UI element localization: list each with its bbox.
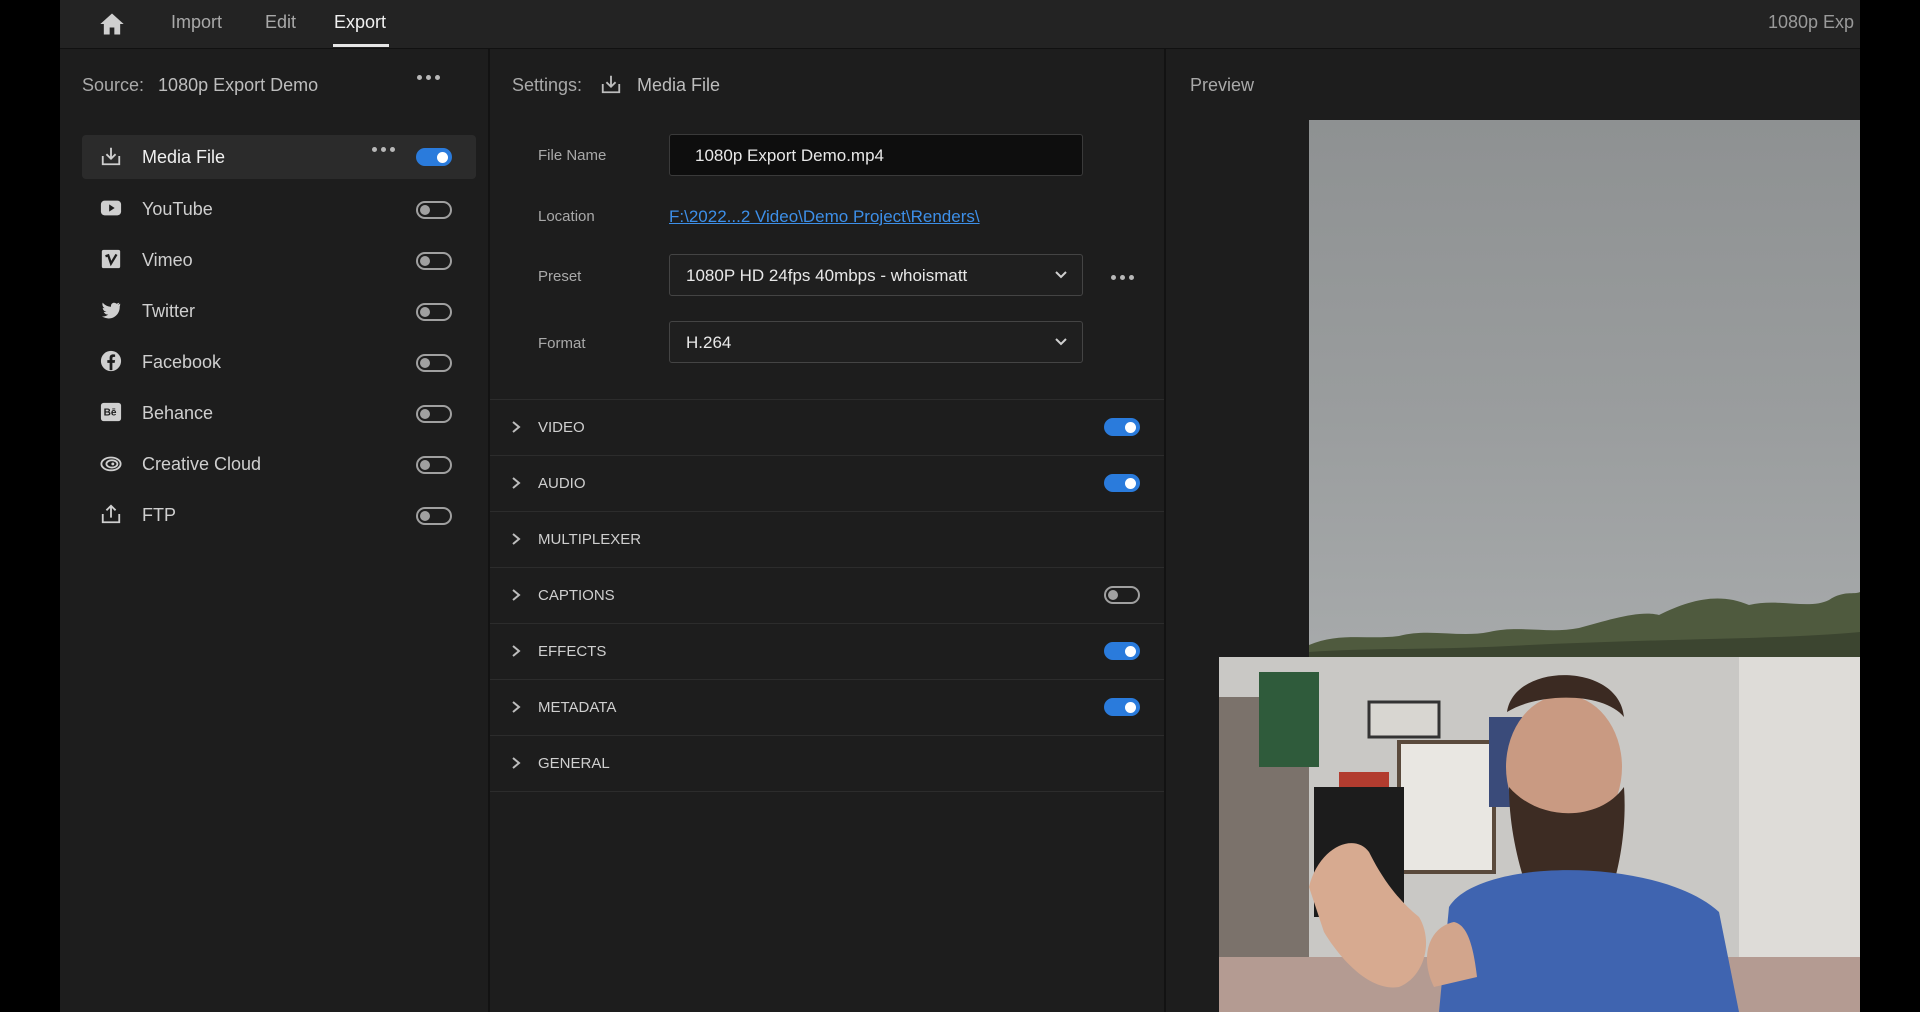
- destination-list: Media File YouTube Vimeo Twitter Faceboo…: [82, 135, 476, 542]
- webcam-overlay-image: [1219, 657, 1860, 1012]
- section-video[interactable]: VIDEO: [490, 399, 1164, 455]
- section-name: MULTIPLEXER: [538, 531, 642, 548]
- creative-cloud-icon: [100, 456, 122, 472]
- format-dropdown[interactable]: H.264: [669, 321, 1083, 363]
- settings-target: Media File: [637, 75, 721, 95]
- home-icon[interactable]: [98, 10, 126, 38]
- destination-label: Media File: [142, 147, 226, 167]
- destination-twitter[interactable]: Twitter: [82, 287, 476, 338]
- destination-label: FTP: [142, 505, 176, 525]
- section-name: EFFECTS: [538, 643, 607, 660]
- destination-toggle[interactable]: [416, 201, 452, 219]
- export-icon: [101, 147, 121, 166]
- preview-label: Preview: [1190, 75, 1255, 95]
- preset-dropdown[interactable]: 1080P HD 24fps 40mbps - whoismatt: [669, 254, 1083, 296]
- settings-panel: Settings: Media File File Name 1080p Exp…: [490, 49, 1164, 1012]
- project-title: 1080p Exp: [1768, 12, 1855, 32]
- svg-text:Bē: Bē: [104, 408, 117, 419]
- source-label: Source:: [82, 75, 145, 95]
- file-name-value: 1080p Export Demo.mp4: [695, 146, 884, 165]
- destination-toggle[interactable]: [416, 148, 452, 166]
- destination-behance[interactable]: Bē Behance: [82, 389, 476, 440]
- destination-toggle[interactable]: [416, 507, 452, 525]
- presenter-image: [1219, 657, 1860, 1012]
- chevron-down-icon: [1055, 271, 1067, 279]
- destination-facebook[interactable]: Facebook: [82, 338, 476, 389]
- format-value: H.264: [686, 333, 732, 352]
- destination-creative-cloud[interactable]: Creative Cloud: [82, 440, 476, 491]
- chevron-right-icon: [512, 645, 521, 657]
- destination-label: Behance: [142, 403, 214, 423]
- destination-media-file[interactable]: Media File: [82, 135, 476, 179]
- preset-more-button[interactable]: [1111, 275, 1134, 280]
- section-effects[interactable]: EFFECTS: [490, 623, 1164, 679]
- destination-label: Vimeo: [142, 250, 193, 270]
- chevron-right-icon: [512, 701, 521, 713]
- upload-icon: [101, 504, 121, 524]
- destination-label: Twitter: [142, 301, 196, 321]
- youtube-icon: [100, 200, 122, 216]
- destination-toggle[interactable]: [416, 252, 452, 270]
- destination-toggle[interactable]: [416, 456, 452, 474]
- settings-label: Settings:: [512, 75, 583, 95]
- chevron-right-icon: [512, 533, 521, 545]
- destination-toggle[interactable]: [416, 405, 452, 423]
- section-audio[interactable]: AUDIO: [490, 455, 1164, 511]
- facebook-icon: [100, 350, 122, 372]
- section-toggle[interactable]: [1104, 586, 1140, 604]
- destination-toggle[interactable]: [416, 303, 452, 321]
- settings-sections: VIDEO AUDIO MULTIPLEXER CAPTIONS EFFECTS: [490, 399, 1164, 792]
- settings-header: Settings: Media File: [512, 75, 720, 96]
- destination-youtube[interactable]: YouTube: [82, 185, 476, 236]
- section-name: GENERAL: [538, 755, 610, 772]
- destinations-panel: Source: 1080p Export Demo Media File YouT…: [60, 49, 488, 1012]
- file-name-label: File Name: [538, 147, 607, 164]
- section-name: VIDEO: [538, 419, 585, 436]
- section-toggle[interactable]: [1104, 698, 1140, 716]
- destination-toggle[interactable]: [416, 354, 452, 372]
- chevron-right-icon: [512, 421, 521, 433]
- location-link[interactable]: F:\2022...2 Video\Demo Project\Renders\: [669, 207, 980, 227]
- top-nav-bar: Import Edit Export 1080p Exp: [60, 0, 1860, 49]
- preset-label: Preset: [538, 268, 582, 285]
- twitter-icon: [101, 302, 121, 319]
- file-name-input[interactable]: 1080p Export Demo.mp4: [669, 134, 1083, 176]
- preset-value: 1080P HD 24fps 40mbps - whoismatt: [686, 266, 968, 285]
- destination-label: Facebook: [142, 352, 222, 372]
- section-general[interactable]: GENERAL: [490, 735, 1164, 792]
- source-more-button[interactable]: [417, 75, 440, 80]
- destination-vimeo[interactable]: Vimeo: [82, 236, 476, 287]
- section-toggle[interactable]: [1104, 642, 1140, 660]
- location-label: Location: [538, 208, 595, 225]
- tab-edit[interactable]: Edit: [265, 12, 296, 33]
- destination-ftp[interactable]: FTP: [82, 491, 476, 542]
- section-metadata[interactable]: METADATA: [490, 679, 1164, 735]
- destination-more-button[interactable]: [372, 147, 395, 152]
- section-captions[interactable]: CAPTIONS: [490, 567, 1164, 623]
- format-label: Format: [538, 335, 586, 352]
- section-name: CAPTIONS: [538, 587, 615, 604]
- chevron-right-icon: [512, 757, 521, 769]
- tab-import[interactable]: Import: [171, 12, 222, 33]
- chevron-right-icon: [512, 589, 521, 601]
- section-toggle[interactable]: [1104, 474, 1140, 492]
- source-name: 1080p Export Demo: [158, 75, 319, 95]
- vimeo-icon: [101, 249, 121, 269]
- tab-export[interactable]: Export: [334, 12, 386, 33]
- section-name: METADATA: [538, 699, 617, 716]
- source-row: Source: 1080p Export Demo: [82, 75, 318, 96]
- section-toggle[interactable]: [1104, 418, 1140, 436]
- active-tab-indicator: [333, 44, 389, 47]
- preview-treeline-image: [1309, 592, 1860, 660]
- export-icon: [601, 75, 621, 94]
- destination-label: YouTube: [142, 199, 213, 219]
- chevron-down-icon: [1055, 338, 1067, 346]
- section-name: AUDIO: [538, 475, 586, 492]
- chevron-right-icon: [512, 477, 521, 489]
- destination-label: Creative Cloud: [142, 454, 262, 474]
- behance-icon: Bē: [100, 402, 122, 422]
- section-multiplexer[interactable]: MULTIPLEXER: [490, 511, 1164, 567]
